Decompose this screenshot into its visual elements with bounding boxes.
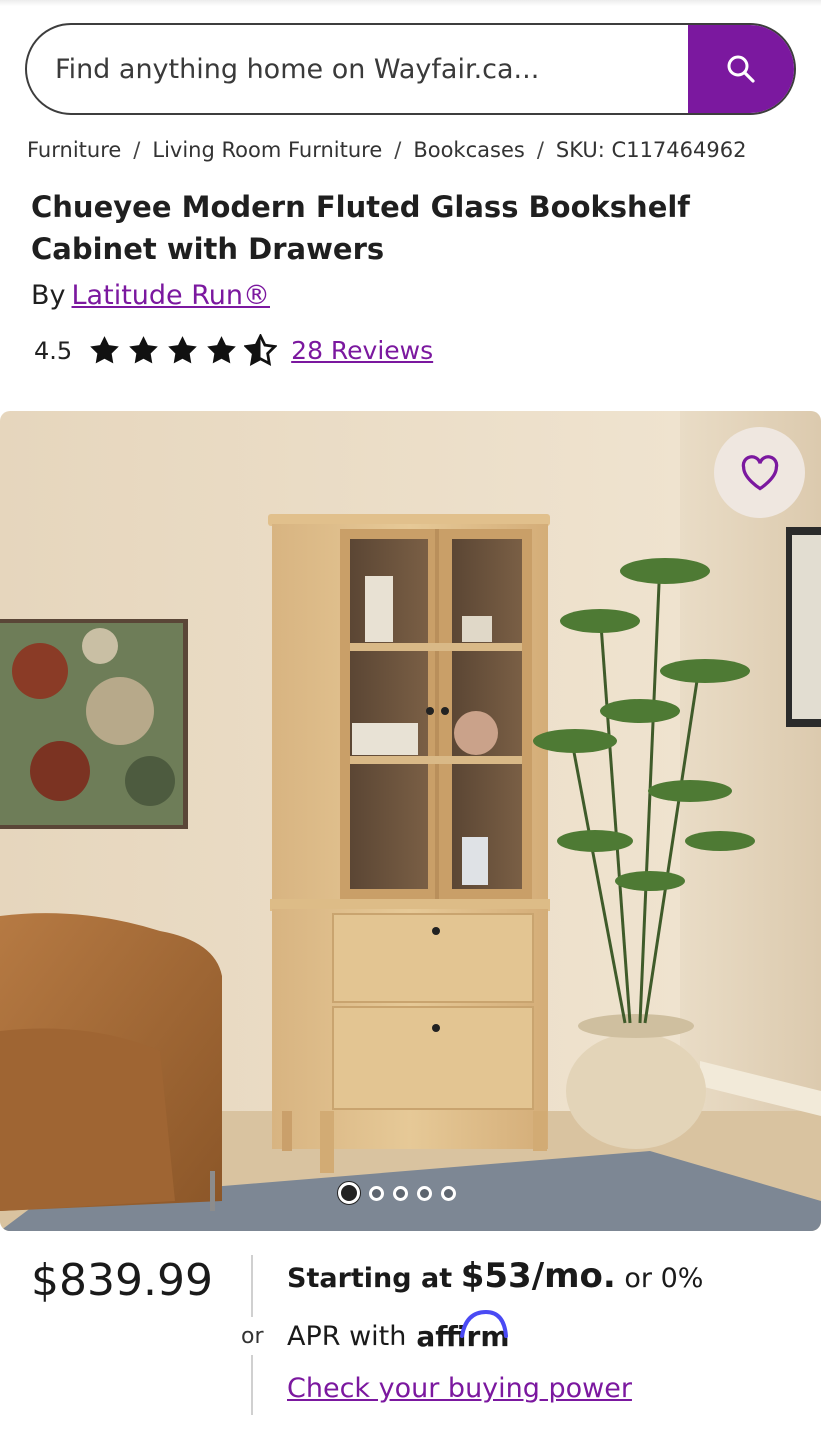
search-icon [727,55,755,83]
rating-value: 4.5 [34,336,73,365]
product-photo [0,411,821,1231]
brand-link[interactable]: Latitude Run® [72,280,270,311]
star-rating [88,334,278,367]
carousel-dot-3[interactable] [393,1186,408,1201]
rating-row: 4.5 28 Reviews [34,334,433,367]
carousel-dot-1[interactable] [338,1182,360,1204]
breadcrumb-separator: / [394,138,402,162]
sku-label: SKU: C117464962 [555,138,747,162]
product-image[interactable] [0,411,821,1231]
heart-icon [741,454,778,490]
search-input[interactable] [27,25,688,113]
breadcrumb-living-room-furniture[interactable]: Living Room Furniture [152,138,382,162]
carousel-dot-2[interactable] [369,1186,384,1201]
carousel-dot-5[interactable] [441,1186,456,1201]
star-full-icon [90,336,119,364]
star-full-icon [129,336,158,364]
starting-at-label: Starting at [287,1263,453,1294]
zero-percent-label: or 0% [624,1263,704,1294]
search-bar [25,23,796,115]
apr-with-label: APR with [287,1321,407,1352]
breadcrumb-separator: / [133,138,141,162]
breadcrumb-separator: / [536,138,544,162]
monthly-price: $53/mo. [460,1256,616,1296]
financing-line-1: Starting at $53/mo. or 0% [287,1256,703,1296]
check-buying-power-link[interactable]: Check your buying power [287,1373,632,1404]
favorite-button[interactable] [714,427,805,518]
price: $839.99 [31,1255,213,1306]
brand-line: By Latitude Run® [31,280,270,311]
reviews-link[interactable]: 28 Reviews [291,336,433,365]
breadcrumb-furniture[interactable]: Furniture [27,138,121,162]
star-full-icon [168,336,197,364]
divider [251,1355,253,1415]
carousel-dots [338,1182,456,1204]
by-label: By [31,280,66,311]
affirm-logo: affirm [416,1309,510,1353]
affirm-arc-icon [460,1309,509,1338]
star-full-icon [207,336,236,364]
carousel-dot-4[interactable] [417,1186,432,1201]
star-half-icon [244,334,278,366]
top-shadow [0,0,821,6]
breadcrumb: Furniture / Living Room Furniture / Book… [27,138,746,162]
divider [251,1255,253,1317]
financing-line-2: APR with affirm [287,1309,510,1353]
product-title: Chueyee Modern Fluted Glass Bookshelf Ca… [31,190,690,266]
or-label: or [241,1324,264,1349]
search-button[interactable] [688,25,794,113]
breadcrumb-bookcases[interactable]: Bookcases [413,138,524,162]
